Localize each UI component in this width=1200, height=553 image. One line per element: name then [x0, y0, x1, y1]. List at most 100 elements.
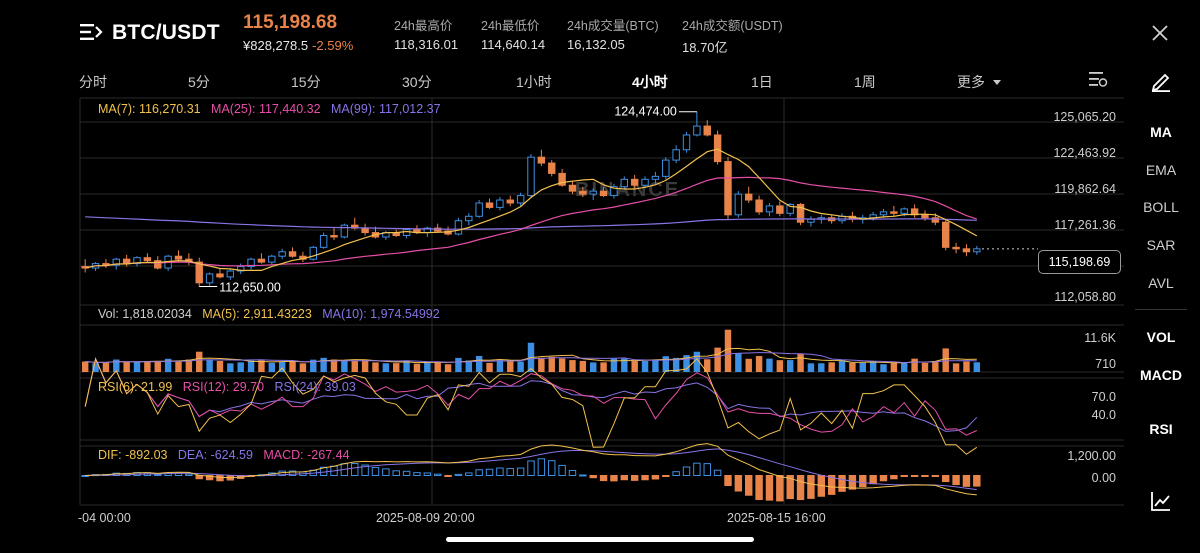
macd-histogram-bar: [641, 475, 649, 481]
candle-body: [589, 190, 597, 195]
volume-bar: [424, 361, 431, 372]
volume-bar: [838, 360, 846, 372]
rsi-axis-label: 70.0: [1091, 390, 1116, 404]
macd-histogram-bar: [589, 475, 597, 479]
macd-histogram-bar: [952, 475, 960, 486]
candle-body: [527, 156, 535, 197]
macd-histogram-bar: [454, 473, 463, 477]
volume-bar: [382, 363, 390, 372]
vol-axis-label: 710: [1095, 357, 1116, 371]
indicator-ema[interactable]: EMA: [1125, 162, 1197, 178]
candle-body: [890, 211, 898, 214]
macd-histogram-bar: [185, 473, 193, 476]
candle-body: [693, 125, 701, 136]
macd-histogram-bar: [548, 460, 556, 476]
macd-histogram-bar: [869, 475, 877, 485]
candle-body: [278, 251, 286, 257]
macd-histogram-bar: [859, 475, 867, 488]
candle-body: [402, 229, 411, 237]
macd-histogram-bar: [662, 475, 670, 477]
volume-bar: [247, 360, 255, 372]
macd-histogram-bar: [195, 475, 203, 480]
macd-histogram-bar: [734, 475, 743, 492]
volume-bar: [175, 360, 182, 372]
high-marker-label: 124,474.00: [614, 105, 677, 119]
candle-body: [475, 202, 483, 217]
ma-lines-layer: [85, 148, 1038, 271]
candle-body: [330, 235, 338, 238]
candle-body: [340, 224, 349, 238]
candle-body: [465, 215, 473, 222]
candle-body: [962, 248, 971, 253]
volume-bar: [921, 362, 929, 372]
home-indicator: [446, 537, 754, 542]
candle-body: [941, 221, 950, 248]
candle-body: [174, 255, 183, 260]
macd-histogram-bar: [402, 470, 411, 476]
macd-histogram-bar: [413, 472, 421, 476]
macd-histogram-bar: [516, 467, 525, 476]
candle-body: [765, 205, 774, 213]
volume-bar: [81, 361, 89, 372]
candle-body: [143, 257, 152, 262]
macd-histogram-bar: [579, 474, 587, 477]
macd-histogram-bar: [838, 475, 846, 492]
volume-bar: [714, 347, 721, 372]
chart-type-icon[interactable]: [1150, 490, 1172, 512]
volume-bar: [911, 358, 918, 372]
volume-bar: [849, 362, 856, 372]
volume-layer: [81, 329, 981, 372]
candle-body: [973, 248, 981, 253]
macd-value-legend: MACD: -267.44: [263, 448, 350, 462]
macd-histogram-bar: [423, 472, 432, 476]
volume-bar: [869, 361, 877, 372]
volume-bar: [455, 357, 462, 372]
indicator-sar[interactable]: SAR: [1125, 237, 1197, 253]
candle-body: [319, 235, 328, 248]
price-axis-label: 122,463.92: [1053, 146, 1116, 160]
volume-bar: [641, 360, 649, 372]
current-price-tag: 115,198.69: [1038, 250, 1121, 274]
indicator-avl[interactable]: AVL: [1125, 275, 1197, 291]
macd-histogram-bar: [879, 475, 888, 482]
rsi12-legend: RSI(12): 29.70: [182, 380, 265, 394]
volume-bar: [206, 360, 213, 372]
candle-body: [672, 149, 680, 161]
volume-bar: [662, 356, 669, 372]
draw-pencil-icon[interactable]: [1150, 70, 1172, 92]
volume-bar: [227, 363, 234, 372]
macd-histogram-bar: [807, 475, 815, 499]
macd-histogram-bar: [558, 464, 566, 476]
candle-body: [703, 125, 711, 136]
indicator-rsi[interactable]: RSI: [1125, 421, 1197, 437]
candles-layer: [81, 111, 981, 287]
macd-histogram-bar: [941, 475, 950, 483]
volume-bar: [434, 361, 441, 372]
indicator-ma[interactable]: MA: [1125, 124, 1197, 140]
macd-histogram-bar: [444, 475, 452, 477]
volume-bar: [548, 356, 555, 372]
candle-body: [713, 134, 722, 163]
volume-bar: [652, 360, 659, 372]
candle-body: [579, 190, 587, 195]
macd-histogram-bar: [931, 475, 940, 477]
time-axis-label: 2025-08-15 16:00: [727, 511, 826, 525]
volume-bar: [133, 361, 141, 372]
time-axis-label: 2025-08-09 20:00: [376, 511, 475, 525]
ma99-legend: MA(99): 117,012.37: [331, 102, 441, 116]
kline-chart[interactable]: BINANCE 124,474.00112,650.00: [0, 0, 1200, 553]
indicator-vol[interactable]: VOL: [1125, 329, 1197, 345]
volume-bar: [558, 358, 566, 372]
price-axis-label: 119,862.64: [1054, 182, 1116, 196]
vol-value: Vol: 1,818.02034: [98, 307, 192, 321]
candle-body: [662, 159, 670, 177]
ma-legend: MA(7): 116,270.31 MA(25): 117,440.32 MA(…: [98, 102, 441, 116]
volume-bar: [475, 355, 483, 372]
volume-bar: [776, 360, 784, 372]
macd-histogram-bar: [962, 475, 971, 487]
indicator-boll[interactable]: BOLL: [1125, 199, 1197, 215]
volume-bar: [258, 360, 265, 372]
candle-body: [755, 199, 763, 213]
indicator-macd[interactable]: MACD: [1140, 366, 1182, 385]
candle-body: [734, 193, 743, 216]
